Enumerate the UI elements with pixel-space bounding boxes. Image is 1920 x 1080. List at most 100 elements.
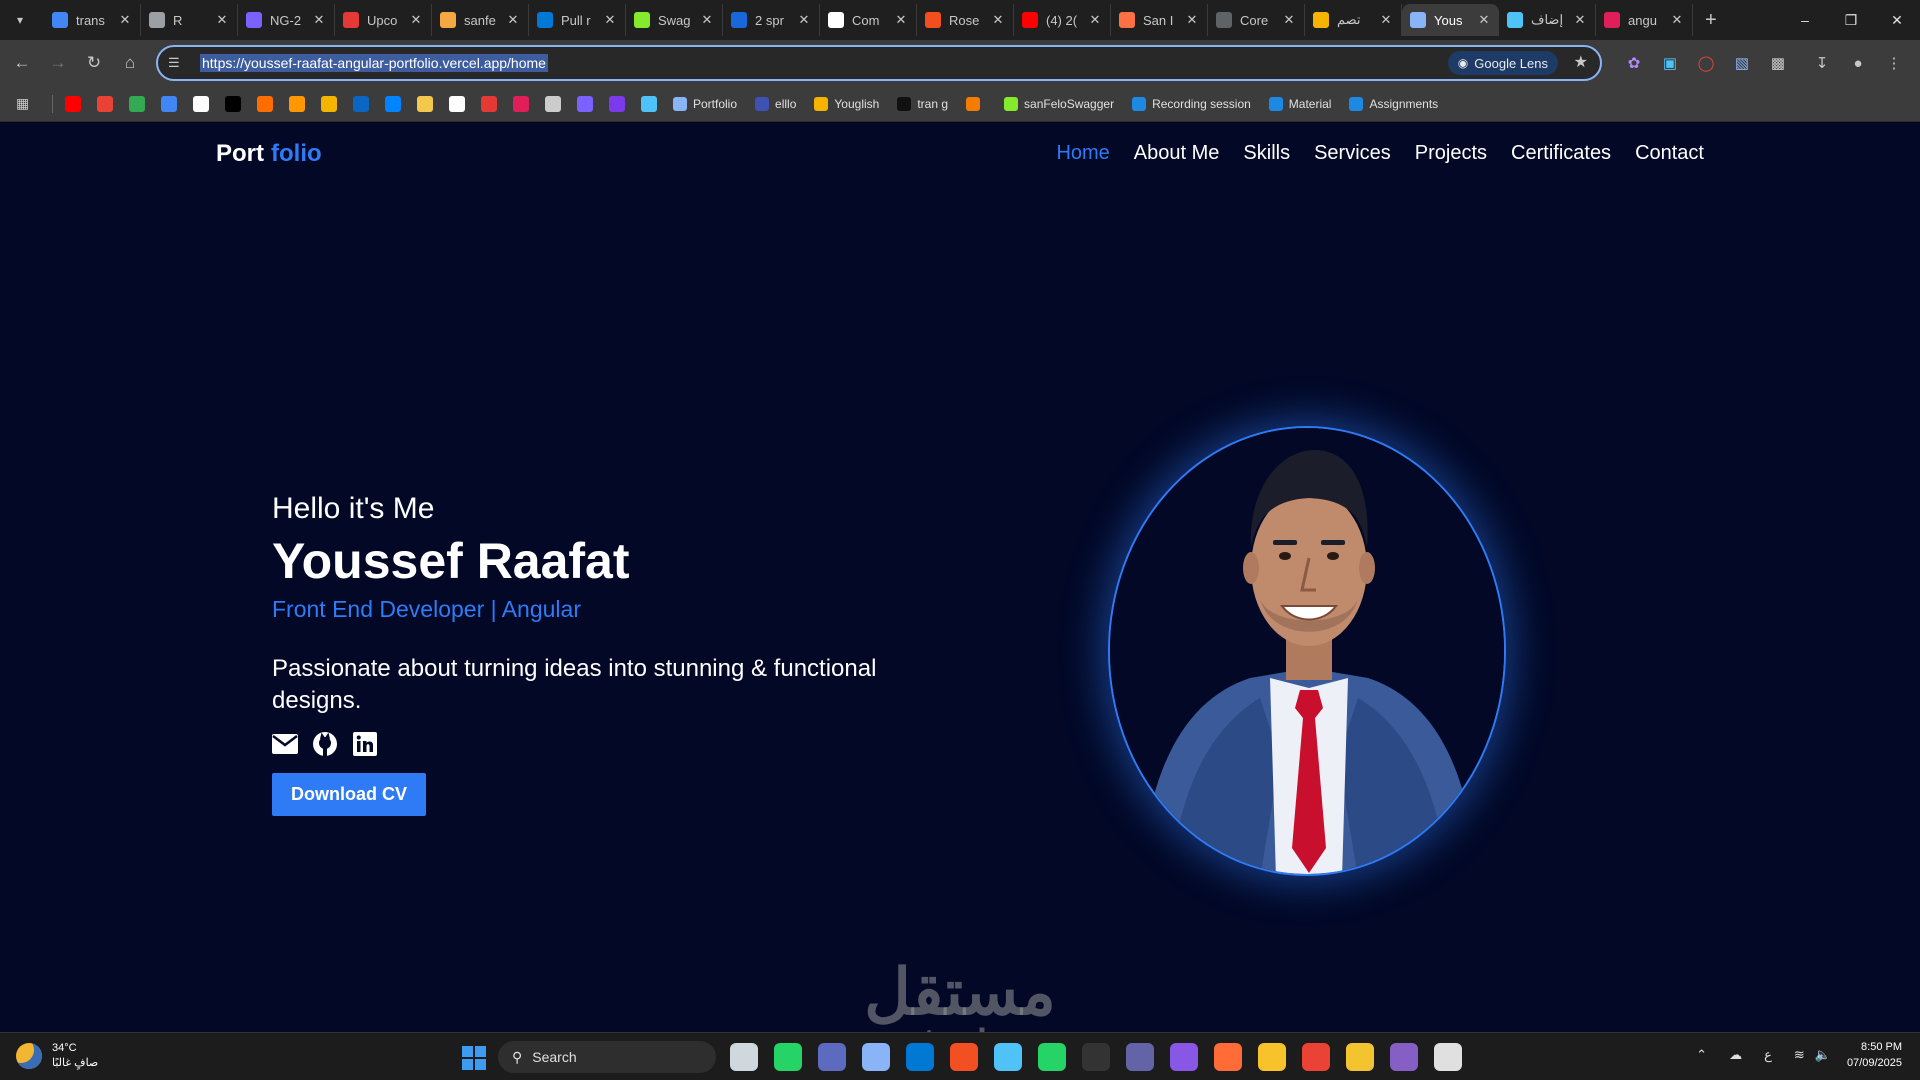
bookmark-favicon-icon[interactable] [513,95,529,112]
bookmark-item[interactable]: sanFeloSwagger [1004,96,1114,111]
extension-icon[interactable]: ✿ [1616,54,1652,72]
chevron-up-icon[interactable]: ⌃ [1696,1047,1707,1063]
extensions-puzzle-icon[interactable]: ▩ [1760,54,1796,72]
browser-tab[interactable]: trans ✕ [44,4,141,36]
download-cv-button[interactable]: Download CV [272,773,426,816]
bookmark-favicon-icon[interactable] [449,95,465,112]
close-tab-icon[interactable]: ✕ [991,12,1005,28]
bookmark-favicon-icon[interactable] [545,95,561,112]
desktop-icon[interactable] [730,1043,758,1071]
wifi-icon[interactable]: ≋ [1794,1047,1805,1063]
calculator-icon[interactable] [862,1043,890,1071]
bookmark-favicon-icon[interactable] [129,95,145,112]
postman-icon[interactable] [1214,1043,1242,1071]
close-tab-icon[interactable]: ✕ [1282,12,1296,28]
bookmark-favicon-icon[interactable] [353,95,369,112]
browser-tab[interactable]: (4) 2(✕ [1014,4,1111,36]
file-explorer-icon[interactable] [1258,1043,1286,1071]
browser-tab[interactable]: إضاف ✕ [1499,4,1596,36]
browser-tab[interactable]: تصم ✕ [1305,4,1402,36]
extension-icon[interactable]: ◯ [1688,54,1724,72]
taskbar-search[interactable]: ⚲ Search [498,1041,716,1073]
close-tab-icon[interactable]: ✕ [700,12,714,28]
nav-link-about-me[interactable]: About Me [1134,142,1220,165]
close-window-icon[interactable]: ✕ [1874,0,1920,40]
cursor-icon[interactable] [1434,1043,1462,1071]
media-player-icon[interactable] [818,1043,846,1071]
menu-kebab-icon[interactable]: ⋮ [1876,54,1912,72]
close-tab-icon[interactable]: ✕ [409,12,423,28]
extension-icon[interactable]: ▣ [1652,54,1688,72]
restore-icon[interactable]: ❐ [1828,0,1874,40]
browser-tab[interactable]: Upco ✕ [335,4,432,36]
github-desktop-icon[interactable] [1170,1043,1198,1071]
outlook-icon[interactable] [906,1043,934,1071]
bookmark-favicon-icon[interactable] [193,95,209,112]
close-tab-icon[interactable]: ✕ [1670,12,1684,28]
close-tab-icon[interactable]: ✕ [797,12,811,28]
volume-icon[interactable]: 🔈 [1815,1047,1831,1063]
start-button[interactable] [462,1046,486,1070]
browser-tab[interactable]: R ✕ [141,4,238,36]
bookmark-star-icon[interactable]: ★ [1574,52,1588,72]
store-icon[interactable] [950,1043,978,1071]
close-tab-icon[interactable]: ✕ [312,12,326,28]
bookmark-favicon-icon[interactable] [65,95,81,112]
browser-tab[interactable]: sanfe ✕ [432,4,529,36]
bookmark-item[interactable]: Material [1268,96,1331,111]
minimize-icon[interactable]: – [1782,0,1828,40]
linkedin-icon[interactable] [352,731,378,757]
terminal-icon[interactable] [1082,1043,1110,1071]
browser-tab[interactable]: 2 spr ✕ [723,4,820,36]
bookmark-favicon-icon[interactable] [577,95,593,112]
email-icon[interactable] [272,731,298,757]
address-url[interactable]: https://youssef-raafat-angular-portfolio… [200,54,548,72]
new-tab-icon[interactable]: + [1705,9,1717,32]
bookmark-item[interactable]: Recording session [1132,96,1251,111]
bookmark-favicon-icon[interactable] [417,95,433,112]
address-bar[interactable]: ☰ https://youssef-raafat-angular-portfol… [156,45,1602,81]
translate-extension-icon[interactable]: ▧ [1724,54,1760,72]
nav-link-services[interactable]: Services [1314,142,1391,165]
bookmark-item[interactable]: tran g [897,96,948,111]
close-tab-icon[interactable]: ✕ [1088,12,1102,28]
browser-tab[interactable]: Swag ✕ [626,4,723,36]
browser-tab[interactable]: Rose ✕ [917,4,1014,36]
bookmark-item[interactable]: elllo [755,96,796,111]
forward-icon[interactable]: → [40,45,76,81]
bookmark-favicon-icon[interactable] [225,95,241,112]
close-tab-icon[interactable]: ✕ [894,12,908,28]
google-lens-button[interactable]: ◉ Google Lens [1447,51,1558,75]
close-tab-icon[interactable]: ✕ [1185,12,1199,28]
close-tab-icon[interactable]: ✕ [215,12,229,28]
weather-widget[interactable]: 34°C صافٍ غالبًا [16,1041,98,1071]
nav-link-certificates[interactable]: Certificates [1511,142,1611,165]
reload-icon[interactable]: ↻ [76,45,112,81]
teams-icon[interactable] [1126,1043,1154,1071]
bookmark-favicon-icon[interactable] [257,95,273,112]
bookmark-item[interactable]: Portfolio [673,96,737,111]
browser-tab[interactable]: Pull r ✕ [529,4,626,36]
close-tab-icon[interactable]: ✕ [118,12,132,28]
close-tab-icon[interactable]: ✕ [1477,12,1491,28]
vscode-icon[interactable] [1346,1043,1374,1071]
browser-tab[interactable]: Yous ✕ [1402,4,1499,36]
close-tab-icon[interactable]: ✕ [1573,12,1587,28]
chrome-icon[interactable] [1302,1043,1330,1071]
clock[interactable]: 8:50 PM 07/09/2025 [1847,1039,1902,1071]
browser-tab[interactable]: NG-2 ✕ [238,4,335,36]
browser-tab[interactable]: San I ✕ [1111,4,1208,36]
notepad-icon[interactable] [994,1043,1022,1071]
whatsapp-icon[interactable] [1038,1043,1066,1071]
bookmark-favicon-icon[interactable] [609,95,625,112]
bookmark-favicon-icon[interactable] [97,95,113,112]
bookmark-favicon-icon[interactable] [481,95,497,112]
close-tab-icon[interactable]: ✕ [1379,12,1393,28]
bookmark-favicon-icon[interactable] [161,95,177,112]
nav-link-skills[interactable]: Skills [1243,142,1290,165]
browser-tab[interactable]: Com ✕ [820,4,917,36]
bookmark-favicon-icon[interactable] [289,95,305,112]
profile-avatar[interactable]: ● [1840,55,1876,72]
bookmark-item[interactable]: Assignments [1349,96,1438,111]
visual-studio-icon[interactable] [1390,1043,1418,1071]
